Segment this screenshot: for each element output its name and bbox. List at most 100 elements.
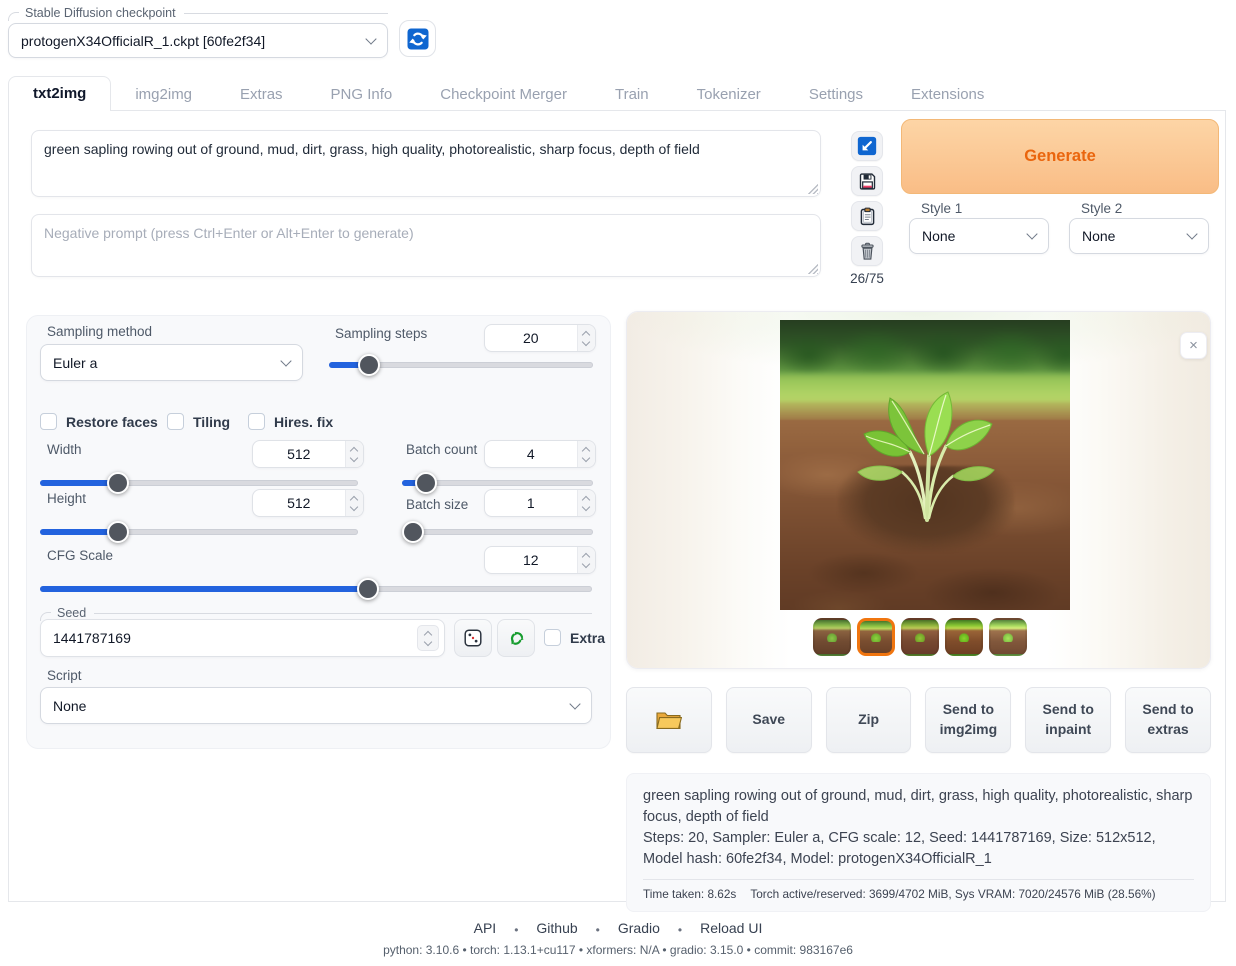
tab-png-info[interactable]: PNG Info [307,78,417,111]
tab-txt2img[interactable]: txt2img [8,76,111,111]
vram-text: Torch active/reserved: 3699/4702 MiB, Sy… [750,886,1155,903]
trash-icon [857,241,878,262]
legend-line [94,613,592,614]
footer-link-reload-ui[interactable]: Reload UI [700,920,762,940]
open-folder-button[interactable] [626,687,712,753]
zip-button[interactable]: Zip [826,687,912,753]
extra-label: Extra [570,630,605,646]
cfg-scale-field [484,546,596,574]
tab-train[interactable]: Train [591,78,673,111]
slider-knob[interactable] [358,354,380,376]
reuse-seed-button[interactable] [497,619,535,657]
width-label: Width [47,442,82,457]
height-input[interactable] [253,490,345,516]
batch-size-slider[interactable] [402,521,593,543]
style1-select[interactable]: None [909,218,1049,254]
style2-select[interactable]: None [1069,218,1209,254]
clear-prompt-button[interactable] [851,236,883,266]
width-stepper[interactable] [345,441,363,467]
batch-size-label: Batch size [406,497,468,512]
slider-knob[interactable] [402,521,424,543]
footer-link-api[interactable]: API [474,920,497,940]
checkbox-box[interactable] [248,413,265,430]
cfg-scale-slider[interactable] [40,578,592,600]
footer-link-gradio[interactable]: Gradio [618,920,660,940]
batch-size-input[interactable] [485,490,577,516]
sampling-steps-input[interactable] [485,325,577,351]
txt2img-panel: green sapling rowing out of ground, mud,… [8,110,1226,902]
prompt-input[interactable]: green sapling rowing out of ground, mud,… [31,130,821,197]
recycle-icon [505,627,527,649]
slider-knob[interactable] [357,578,379,600]
generation-info-panel: green sapling rowing out of ground, mud,… [626,773,1211,912]
send-to-img2img-button[interactable]: Send to img2img [925,687,1011,753]
checkbox-box[interactable] [544,629,561,646]
tab-settings[interactable]: Settings [785,78,887,111]
random-seed-button[interactable] [454,619,492,657]
style1-label: Style 1 [921,201,962,216]
checkbox-box[interactable] [167,413,184,430]
negative-prompt-input[interactable] [31,214,821,277]
token-counter: 26/75 [841,271,893,286]
send-to-inpaint-button[interactable]: Send to inpaint [1025,687,1111,753]
sampling-steps-slider[interactable] [329,354,593,376]
thumbnail-2[interactable] [901,618,939,656]
sampling-steps-field [484,324,596,352]
script-value: None [53,698,571,714]
close-gallery-button[interactable]: × [1180,332,1207,359]
refresh-checkpoint-button[interactable] [399,20,436,57]
cfg-scale-input[interactable] [485,547,577,573]
sampling-method-select[interactable]: Euler a [40,344,303,381]
extra-seed-checkbox[interactable]: Extra [544,629,605,646]
footer-separator: • [514,920,518,940]
thumbnail-strip [627,618,1211,656]
generated-image[interactable] [780,320,1070,610]
slider-knob[interactable] [415,472,437,494]
batch-count-stepper[interactable] [577,441,595,467]
seed-stepper[interactable] [417,625,439,651]
checkpoint-select[interactable]: protogenX34OfficialR_1.ckpt [60fe2f34] [8,23,388,58]
tab-img2img[interactable]: img2img [111,78,216,111]
hires-fix-label: Hires. fix [274,414,333,430]
tab-checkpoint-merger[interactable]: Checkpoint Merger [416,78,591,111]
thumbnail-3[interactable] [945,618,983,656]
output-actions-row: Save Zip Send to img2img Send to inpaint… [626,687,1211,753]
tab-extras[interactable]: Extras [216,78,307,111]
width-field [252,440,364,468]
footer-link-github[interactable]: Github [536,920,577,940]
thumbnail-1-selected[interactable] [857,618,895,656]
width-input[interactable] [253,441,345,467]
hires-fix-checkbox[interactable]: Hires. fix [248,413,333,430]
legend-line [184,13,388,14]
style2-label: Style 2 [1081,201,1122,216]
save-style-button[interactable] [851,166,883,196]
checkpoint-field: Stable Diffusion checkpoint protogenX34O… [8,4,388,58]
height-stepper[interactable] [345,490,363,516]
tab-extensions[interactable]: Extensions [887,78,1008,111]
thumbnail-grid[interactable] [813,618,851,656]
cfg-scale-stepper[interactable] [577,547,595,573]
height-field [252,489,364,517]
generate-button[interactable]: Generate [901,119,1219,194]
paste-params-button[interactable] [851,131,883,161]
seed-input[interactable] [41,620,412,656]
tiling-checkbox[interactable]: Tiling [167,413,230,430]
send-to-extras-button[interactable]: Send to extras [1125,687,1211,753]
output-gallery-card: × [626,311,1211,669]
script-select[interactable]: None [40,687,592,724]
save-button[interactable]: Save [726,687,812,753]
thumbnail-4[interactable] [989,618,1027,656]
checkbox-box[interactable] [40,413,57,430]
apply-style-button[interactable] [851,201,883,231]
sampling-steps-stepper[interactable] [577,325,595,351]
slider-knob[interactable] [107,521,129,543]
tab-tokenizer[interactable]: Tokenizer [673,78,785,111]
paste-arrow-icon [856,135,878,157]
batch-count-input[interactable] [485,441,577,467]
chevron-down-icon [569,698,580,709]
slider-knob[interactable] [107,472,129,494]
batch-size-stepper[interactable] [577,490,595,516]
legend-corner [8,12,19,21]
height-slider[interactable] [40,521,358,543]
restore-faces-checkbox[interactable]: Restore faces [40,413,158,430]
